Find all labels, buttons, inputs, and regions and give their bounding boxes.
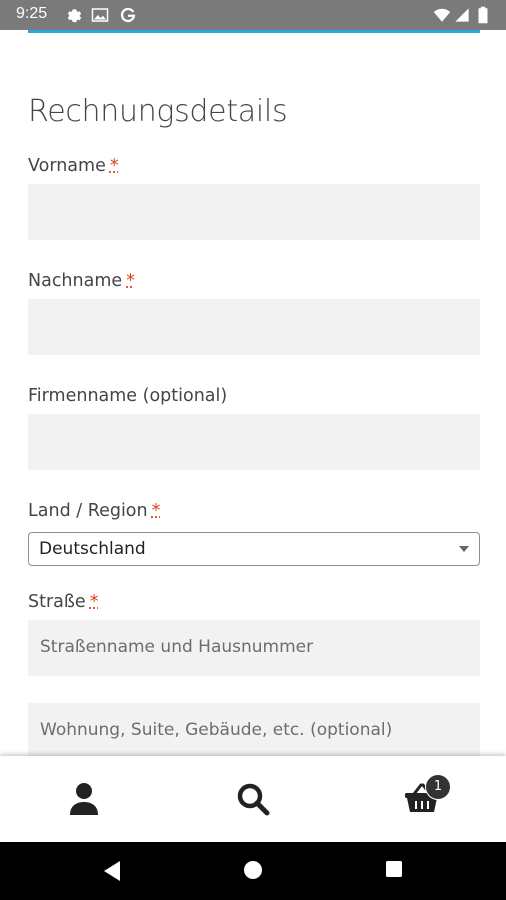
- accent-divider: [28, 30, 480, 33]
- system-nav-bar: [0, 842, 506, 900]
- company-label-text: Firmenname (optional): [28, 386, 228, 406]
- required-mark: *: [89, 592, 99, 612]
- company-label: Firmenname (optional): [28, 386, 227, 406]
- account-button[interactable]: [0, 756, 168, 842]
- last-name-field[interactable]: [28, 299, 480, 355]
- status-bar: 9:25: [0, 0, 506, 30]
- chevron-down-icon: [459, 546, 469, 552]
- required-mark: *: [126, 271, 135, 291]
- user-icon: [70, 783, 98, 815]
- bottom-nav: 1: [0, 756, 506, 842]
- cart-button[interactable]: 1: [338, 756, 506, 842]
- country-select-value: Deutschland: [39, 539, 146, 559]
- first-name-label: Vorname *: [28, 156, 119, 176]
- gear-icon: [67, 9, 82, 23]
- street-line2-field[interactable]: Wohnung, Suite, Gebäude, etc. (optional): [28, 703, 480, 756]
- country-label-text: Land / Region: [28, 501, 148, 521]
- wifi-icon: [433, 8, 451, 22]
- search-button[interactable]: [169, 756, 337, 842]
- company-field[interactable]: [28, 414, 480, 470]
- checkout-form-area: Rechnungsdetails Vorname * Nachname * Firm…: [0, 30, 506, 756]
- status-time: 9:25: [16, 5, 48, 22]
- first-name-field[interactable]: [28, 184, 480, 240]
- street-field[interactable]: Straßenname und Hausnummer: [28, 620, 480, 676]
- signal-icon: [455, 8, 469, 22]
- street-line2-placeholder: Wohnung, Suite, Gebäude, etc. (optional): [40, 720, 393, 740]
- street-label: Straße *: [28, 592, 98, 612]
- last-name-label-text: Nachname: [28, 271, 123, 291]
- country-label: Land / Region *: [28, 501, 160, 521]
- home-icon[interactable]: [243, 860, 263, 880]
- battery-icon: [478, 6, 488, 24]
- last-name-label: Nachname *: [28, 271, 135, 291]
- cart-count-badge: 1: [425, 774, 451, 800]
- required-mark: *: [109, 156, 119, 176]
- required-mark: *: [151, 501, 161, 521]
- street-placeholder: Straßenname und Hausnummer: [40, 637, 314, 657]
- search-icon: [237, 783, 270, 816]
- image-icon: [91, 8, 109, 22]
- recents-icon[interactable]: [385, 860, 403, 878]
- google-icon: [120, 7, 136, 23]
- back-icon[interactable]: [102, 860, 122, 882]
- country-select[interactable]: Deutschland: [28, 532, 480, 566]
- first-name-label-text: Vorname: [28, 156, 106, 176]
- page-title: Rechnungsdetails: [28, 94, 288, 129]
- street-label-text: Straße: [28, 592, 86, 612]
